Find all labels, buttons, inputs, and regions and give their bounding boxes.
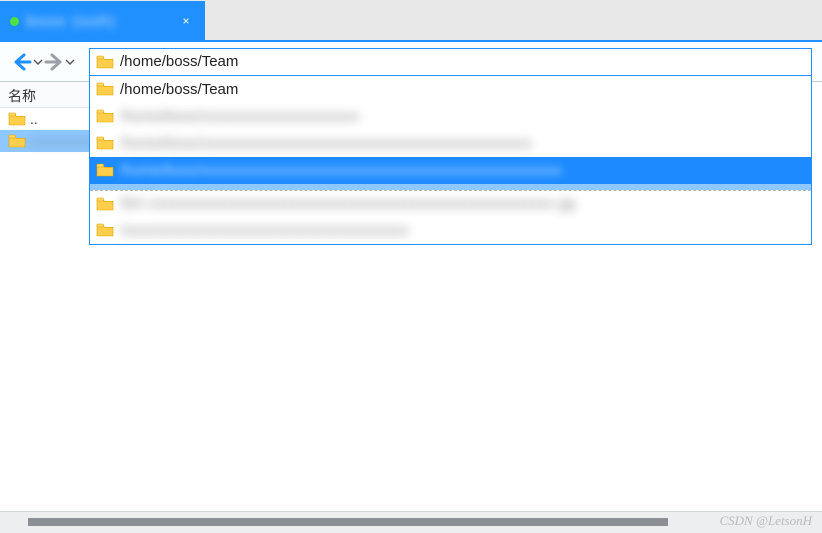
- dropdown-item-label: /xxxxxxxxxxxxxxxxxxxxxxxxxxxxxxxxxxxxxx: [120, 222, 409, 239]
- nav-buttons: [12, 52, 75, 72]
- folder-icon: [8, 112, 26, 126]
- app-window: boss (ssh) × /home/boss/Team /home/boss/…: [0, 0, 822, 533]
- folder-icon: [96, 197, 114, 211]
- watermark: CSDN @LetsonH: [720, 513, 813, 529]
- folder-icon: [8, 134, 26, 148]
- dropdown-item[interactable]: /home/boss/xxxxxxxxxxxxxxxxxxxxx: [90, 103, 811, 130]
- folder-icon: [96, 82, 114, 96]
- tab-active[interactable]: boss (ssh) ×: [0, 1, 205, 41]
- status-bar: CSDN @LetsonH: [0, 511, 822, 533]
- horizontal-scrollbar[interactable]: [28, 518, 668, 526]
- forward-button[interactable]: [44, 52, 64, 72]
- forward-history-dropdown[interactable]: [65, 52, 75, 72]
- folder-icon: [96, 163, 114, 177]
- address-dropdown: /home/boss/Team /home/boss/xxxxxxxxxxxxx…: [89, 76, 812, 245]
- dropdown-item-label: /b/n xxxxxxxxxxxxxxxxxxxxxxxxxxxxxxxxxxx…: [120, 195, 575, 212]
- back-button[interactable]: [12, 52, 32, 72]
- address-bar[interactable]: /home/boss/Team /home/boss/Team /home/bo…: [89, 48, 812, 76]
- dropdown-item-selected[interactable]: /home/boss/xxxxxxxxxxxxxxxxxxxxxxxxxxxxx…: [90, 157, 811, 184]
- dropdown-item-label: /home/boss/xxxxxxxxxxxxxxxxxxxxxxxxxxxxx…: [120, 135, 532, 152]
- folder-icon: [96, 136, 114, 150]
- back-history-dropdown[interactable]: [33, 52, 43, 72]
- dropdown-item[interactable]: /b/n xxxxxxxxxxxxxxxxxxxxxxxxxxxxxxxxxxx…: [90, 190, 811, 217]
- dropdown-item-label: /home/boss/xxxxxxxxxxxxxxxxxxxxx: [120, 108, 359, 125]
- folder-icon: [96, 109, 114, 123]
- dropdown-item[interactable]: /home/boss/xxxxxxxxxxxxxxxxxxxxxxxxxxxxx…: [90, 130, 811, 157]
- dropdown-item[interactable]: /home/boss/Team: [90, 76, 811, 103]
- folder-icon: [96, 55, 114, 69]
- tab-title: boss (ssh): [27, 13, 177, 30]
- toolbar: /home/boss/Team /home/boss/Team /home/bo…: [0, 42, 822, 82]
- connection-status-dot: [10, 17, 19, 26]
- tab-strip: boss (ssh) ×: [0, 0, 822, 42]
- folder-icon: [96, 223, 114, 237]
- address-path[interactable]: /home/boss/Team: [120, 53, 805, 70]
- dropdown-item-label: /home/boss/xxxxxxxxxxxxxxxxxxxxxxxxxxxxx…: [120, 162, 562, 179]
- tab-close-icon[interactable]: ×: [177, 12, 195, 30]
- dropdown-item[interactable]: /xxxxxxxxxxxxxxxxxxxxxxxxxxxxxxxxxxxxxx: [90, 217, 811, 244]
- dropdown-item-label: /home/boss/Team: [120, 81, 238, 98]
- list-item-label: ..: [30, 111, 38, 127]
